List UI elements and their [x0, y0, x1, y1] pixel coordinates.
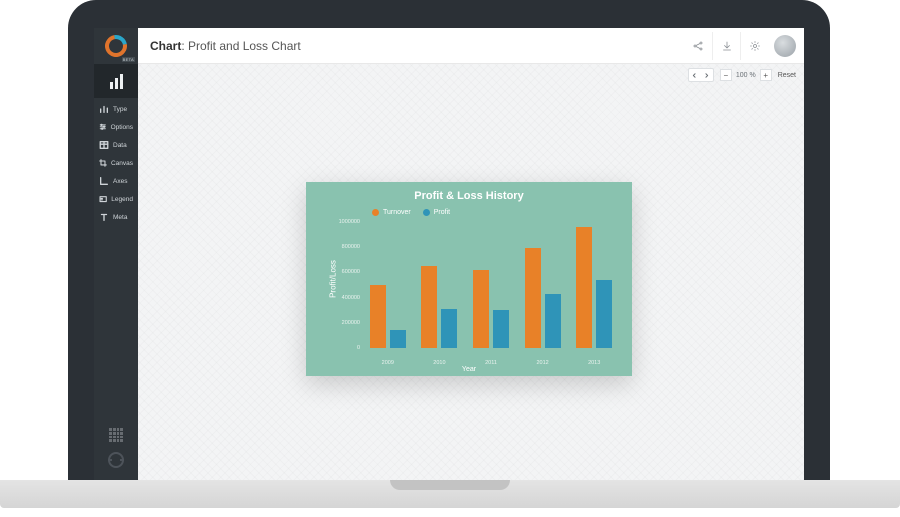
ytick-label: 400000 [330, 295, 360, 301]
sidebar-item-type[interactable]: Type [94, 100, 138, 118]
legend-label: Turnover [383, 209, 411, 216]
page-title-name: : Profit and Loss Chart [181, 39, 300, 53]
sidebar-item-label: Meta [113, 214, 127, 221]
text-t-icon [99, 212, 109, 222]
sidebar-item-data[interactable]: Data [94, 136, 138, 154]
sidebar-item-label: Data [113, 142, 127, 149]
chart-xlabel: Year [306, 366, 632, 373]
bar-profit [441, 309, 457, 348]
bar-turnover [473, 270, 489, 348]
ytick-label: 1000000 [330, 219, 360, 225]
sliders-icon [99, 122, 107, 132]
sidebar-items: Type Options Data Canvas [94, 98, 138, 226]
xtick-label: 2013 [588, 360, 600, 366]
chart-legend: Turnover Profit [372, 209, 450, 216]
bar-profit [390, 330, 406, 348]
bar-turnover [370, 285, 386, 348]
user-avatar[interactable] [774, 35, 796, 57]
bar-turnover [525, 248, 541, 348]
zoom-value: 100 % [736, 72, 756, 79]
xtick-label: 2010 [433, 360, 445, 366]
sidebar-section-chart[interactable] [94, 64, 138, 98]
ytick-label: 600000 [330, 269, 360, 275]
legend-icon [99, 194, 107, 204]
sidebar-item-label: Canvas [111, 160, 133, 167]
bar-turnover [576, 227, 592, 348]
legend-swatch [423, 209, 430, 216]
legend-swatch [372, 209, 379, 216]
sidebar: Type Options Data Canvas [94, 64, 138, 480]
sidebar-item-canvas[interactable]: Canvas [94, 154, 138, 172]
grid-launcher-icon[interactable] [109, 428, 123, 442]
app-logo[interactable]: BETA [94, 28, 138, 64]
laptop-base [0, 480, 900, 508]
legend-item-profit: Profit [423, 209, 450, 216]
bar-profit [545, 294, 561, 348]
settings-button[interactable] [740, 32, 768, 60]
chart-bars [362, 222, 620, 348]
header-actions [684, 32, 804, 60]
chart-plot-area: 02000004000006000008000001000000 2009201… [362, 222, 620, 348]
xtick-label: 2012 [536, 360, 548, 366]
sidebar-item-legend[interactable]: Legend [94, 190, 138, 208]
bars-icon [99, 104, 109, 114]
pan-right-button[interactable] [701, 69, 713, 81]
pan-left-button[interactable] [689, 69, 701, 81]
legend-label: Profit [434, 209, 450, 216]
chart-bars-icon [110, 74, 123, 89]
zoom-out-button[interactable]: − [720, 69, 732, 81]
share-button[interactable] [684, 32, 712, 60]
page-title: Chart: Profit and Loss Chart [138, 39, 301, 53]
app-header: BETA Chart: Profit and Loss Chart [94, 28, 804, 64]
chart-title: Profit & Loss History [306, 190, 632, 202]
table-icon [99, 140, 109, 150]
download-icon [721, 40, 733, 52]
page-title-type: Chart [150, 39, 181, 53]
app-window: BETA Chart: Profit and Loss Chart [94, 28, 804, 480]
sidebar-item-label: Options [111, 124, 133, 131]
sidebar-item-meta[interactable]: Meta [94, 208, 138, 226]
bar-turnover [421, 266, 437, 348]
chart-card[interactable]: Profit & Loss History Turnover Profit [306, 182, 632, 376]
download-button[interactable] [712, 32, 740, 60]
xtick-label: 2011 [485, 360, 497, 366]
ytick-label: 200000 [330, 320, 360, 326]
pan-controls [688, 68, 714, 82]
xtick-label: 2009 [382, 360, 394, 366]
crop-icon [99, 158, 107, 168]
sidebar-item-label: Axes [113, 178, 127, 185]
sidebar-item-label: Type [113, 106, 127, 113]
zoom-in-button[interactable]: + [760, 69, 772, 81]
sidebar-item-label: Legend [111, 196, 133, 203]
reset-zoom-button[interactable]: Reset [778, 72, 796, 79]
sidebar-item-options[interactable]: Options [94, 118, 138, 136]
zoom-controls: − 100 % + [720, 69, 772, 81]
canvas-area[interactable]: − 100 % + Reset Profit & Loss History [138, 64, 804, 480]
sidebar-item-axes[interactable]: Axes [94, 172, 138, 190]
share-icon [692, 40, 704, 52]
legend-item-turnover: Turnover [372, 209, 411, 216]
logo-badge: BETA [122, 57, 135, 62]
help-icon[interactable] [108, 452, 124, 468]
bar-profit [596, 280, 612, 348]
canvas-toolbar: − 100 % + Reset [688, 68, 796, 82]
ytick-label: 800000 [330, 244, 360, 250]
chart-yticks: 0 200000 400000 600000 800000 1000000 [330, 222, 360, 348]
axes-icon [99, 176, 109, 186]
bar-profit [493, 310, 509, 348]
ytick-label: 0 [330, 345, 360, 351]
gear-icon [749, 40, 761, 52]
